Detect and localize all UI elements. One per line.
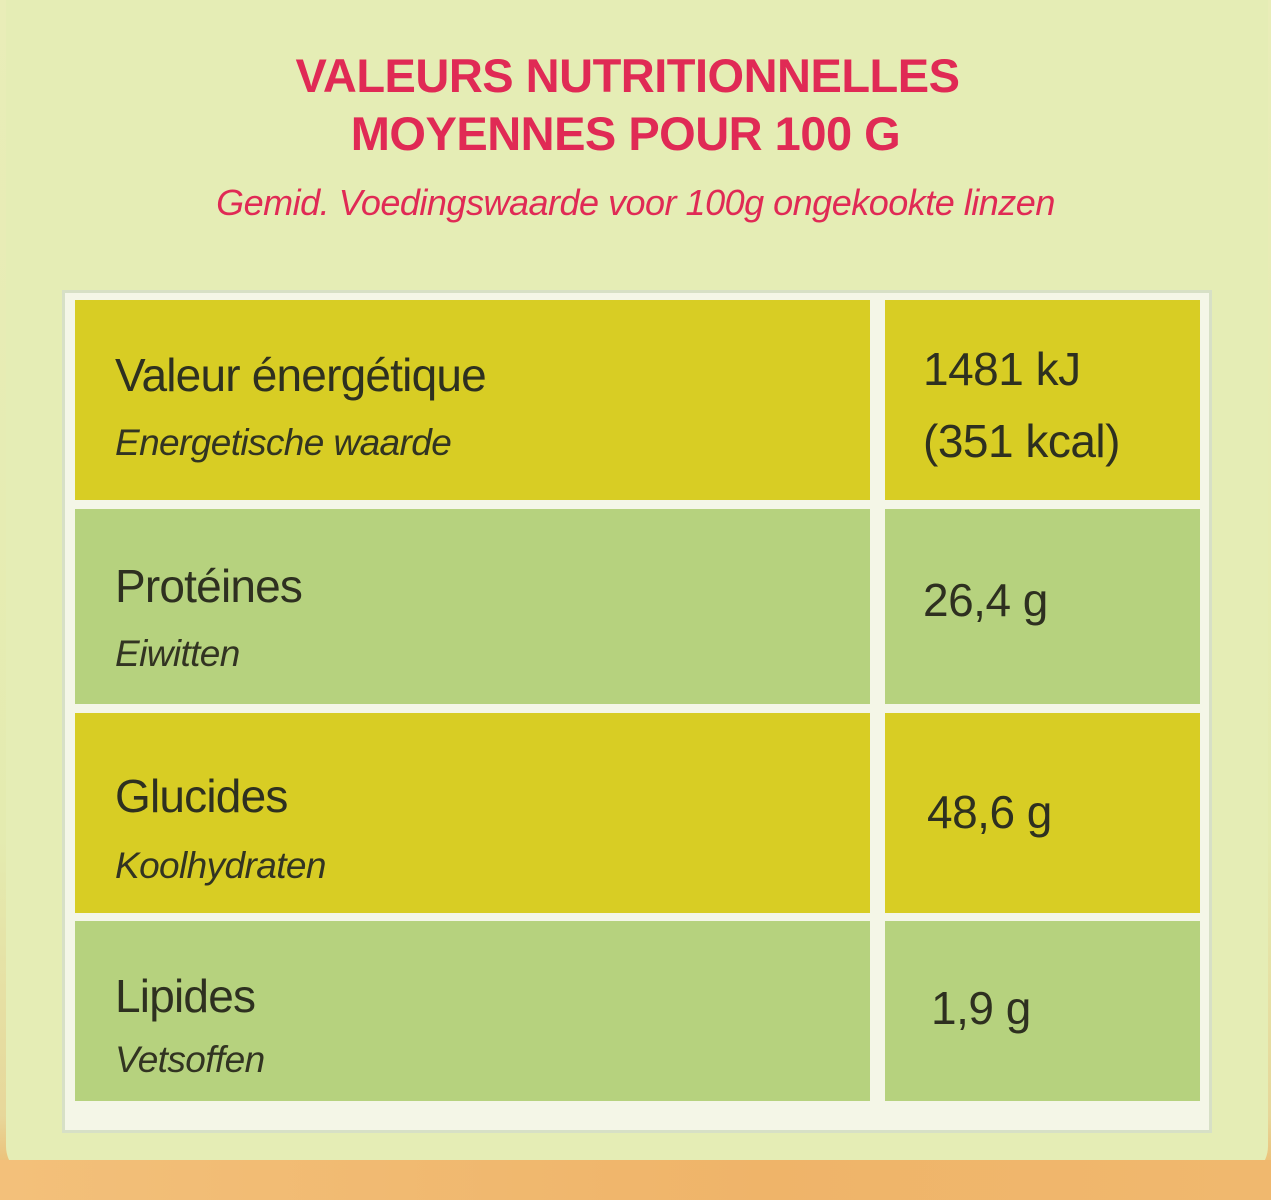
subtitle: Gemid. Voedingswaarde voor 100g ongekook… xyxy=(216,182,1055,223)
label-fr: Protéines xyxy=(115,560,303,612)
row-proteins-label-cell: Protéines Eiwitten xyxy=(75,509,870,704)
row-energy-label-cell: Valeur énergétique Energetische waarde xyxy=(75,300,870,500)
value: 48,6 g xyxy=(927,786,1052,838)
row-lipids-value-cell: 1,9 g xyxy=(885,921,1200,1101)
title-line-1: VALEURS NUTRITIONNELLES xyxy=(295,49,960,102)
value-kj: 1481 kJ xyxy=(923,343,1081,395)
label-nl: Vetsoffen xyxy=(115,1039,265,1080)
label-nl: Energetische waarde xyxy=(115,422,452,463)
package-edge xyxy=(0,1160,1271,1200)
label-nl: Eiwitten xyxy=(115,633,240,674)
label-fr: Glucides xyxy=(115,770,288,822)
value-kcal: (351 kcal) xyxy=(923,415,1120,467)
label-fr: Valeur énergétique xyxy=(115,349,487,401)
value: 26,4 g xyxy=(923,574,1048,626)
row-proteins-value-cell: 26,4 g xyxy=(885,509,1200,704)
title-line-2: MOYENNES POUR 100 G xyxy=(350,107,901,160)
label-fr: Lipides xyxy=(115,970,256,1022)
nutrition-table: Valeur énergétique Energetische waarde 1… xyxy=(62,290,1212,1133)
row-carbs-label-cell: Glucides Koolhydraten xyxy=(75,713,870,913)
row-carbs-value-cell: 48,6 g xyxy=(885,713,1200,913)
label-nl: Koolhydraten xyxy=(115,845,326,886)
value: 1,9 g xyxy=(931,982,1031,1034)
row-energy-value-cell: 1481 kJ (351 kcal) xyxy=(885,300,1200,500)
row-lipids-label-cell: Lipides Vetsoffen xyxy=(75,921,870,1101)
